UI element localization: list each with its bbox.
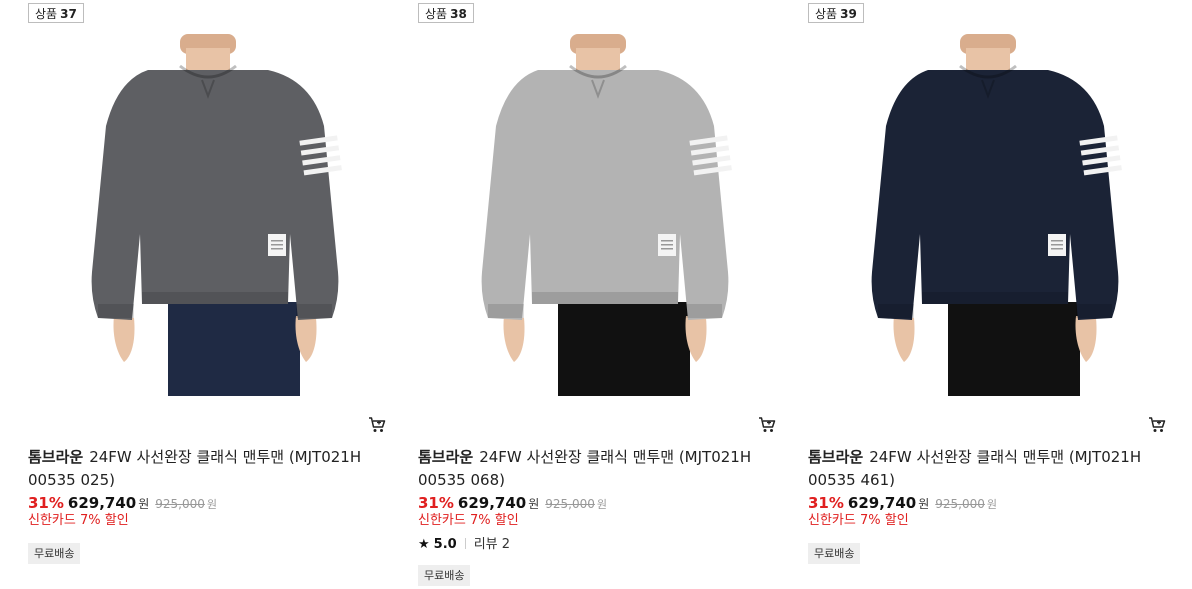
sale-price: 629,740 xyxy=(847,494,917,512)
sale-price: 629,740 xyxy=(67,494,137,512)
original-currency-unit: 원 xyxy=(986,498,998,511)
product-title-link[interactable]: 톰브라운 24FW 사선완장 클래식 맨투맨 (MJT021H 00535 068… xyxy=(418,446,768,492)
review-summary[interactable]: ★ 5.0 리뷰 2 xyxy=(418,536,510,554)
sale-price: 629,740 xyxy=(457,494,527,512)
shopping-cart-icon[interactable] xyxy=(368,416,386,434)
product-number-badge: 상품 38 xyxy=(418,3,474,23)
brand-name: 톰브라운 xyxy=(808,448,864,466)
product-card[interactable]: 상품 37 톰브라운 24FW 사선완장 클래식 맨투맨 (MJT021H 0053… xyxy=(28,0,388,589)
card-discount-text: 신한카드 7% 할인 xyxy=(28,513,129,528)
product-number-badge: 상품 37 xyxy=(28,3,84,23)
shopping-cart-icon[interactable] xyxy=(758,416,776,434)
product-title-link[interactable]: 톰브라운 24FW 사선완장 클래식 맨투맨 (MJT021H 00535 461… xyxy=(808,446,1158,492)
original-currency-unit: 원 xyxy=(596,498,608,511)
product-number-badge: 상품 39 xyxy=(808,3,864,23)
original-currency-unit: 원 xyxy=(206,498,218,511)
rating-score: 5.0 xyxy=(433,537,457,552)
product-card[interactable]: 상품 39 톰브라운 24FW 사선완장 클래식 맨투맨 (MJT021H 0053… xyxy=(808,0,1168,589)
card-discount-text: 신한카드 7% 할인 xyxy=(808,513,909,528)
currency-unit: 원 xyxy=(918,497,930,511)
product-title-link[interactable]: 톰브라운 24FW 사선완장 클래식 맨투맨 (MJT021H 00535 025… xyxy=(28,446,378,492)
free-shipping-tag: 무료배송 xyxy=(28,543,81,564)
review-count: 2 xyxy=(501,537,511,552)
discount-rate: 31% xyxy=(418,494,454,512)
discount-rate: 31% xyxy=(28,494,64,512)
review-label: 리뷰 xyxy=(473,537,498,552)
currency-unit: 원 xyxy=(138,497,150,511)
star-icon: ★ xyxy=(418,537,430,552)
product-image[interactable] xyxy=(842,34,1134,396)
original-price: 925,000 xyxy=(545,497,595,511)
brand-name: 톰브라운 xyxy=(28,448,84,466)
product-image[interactable] xyxy=(452,34,744,396)
brand-name: 톰브라운 xyxy=(418,448,474,466)
original-price: 925,000 xyxy=(155,497,205,511)
currency-unit: 원 xyxy=(528,497,540,511)
product-image[interactable] xyxy=(62,34,354,396)
product-card[interactable]: 상품 38 톰브라운 24FW 사선완장 클래식 맨투맨 (MJT021H 0053… xyxy=(418,0,778,589)
free-shipping-tag: 무료배송 xyxy=(418,565,471,586)
divider xyxy=(464,538,466,549)
original-price: 925,000 xyxy=(935,497,985,511)
free-shipping-tag: 무료배송 xyxy=(808,543,861,564)
discount-rate: 31% xyxy=(808,494,844,512)
shopping-cart-icon[interactable] xyxy=(1148,416,1166,434)
card-discount-text: 신한카드 7% 할인 xyxy=(418,513,519,528)
